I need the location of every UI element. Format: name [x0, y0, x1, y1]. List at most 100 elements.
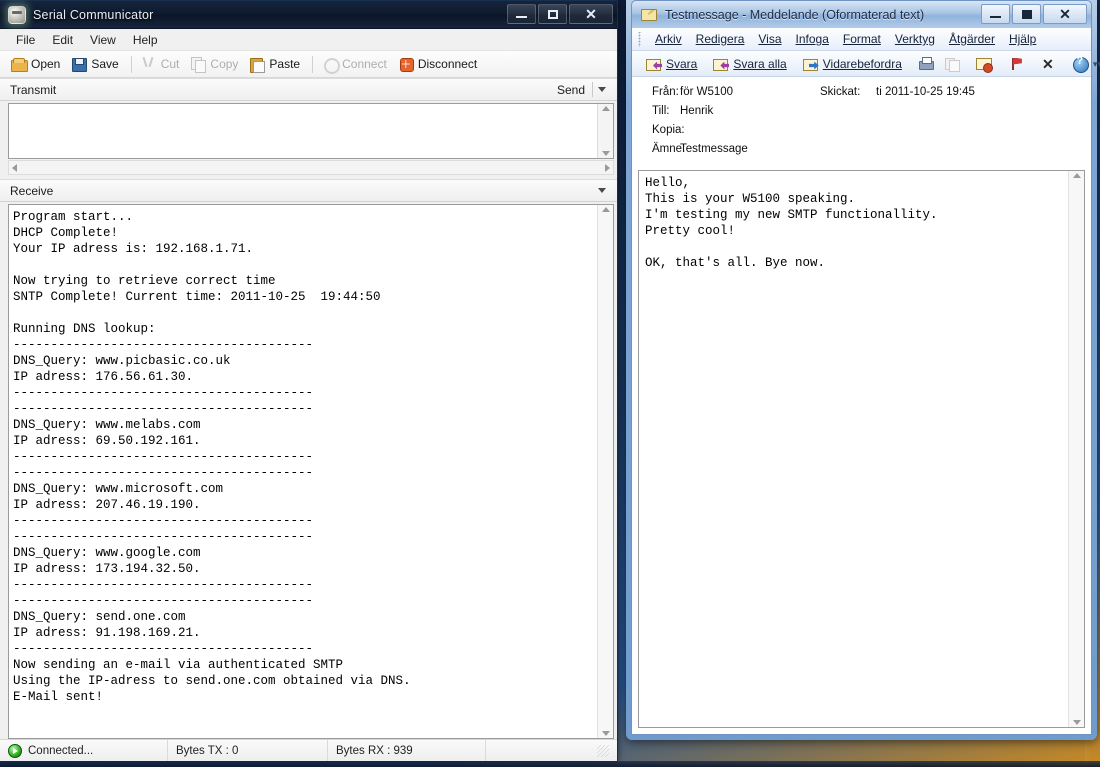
menu-item-verktyg[interactable]: Verktyg: [888, 30, 942, 48]
chevron-down-icon[interactable]: [598, 188, 606, 193]
minimize-button[interactable]: [507, 4, 536, 24]
mail-header-row-from: Från: för W5100 Skickat: ti 2011-10-25 1…: [632, 86, 1091, 105]
serial-title-bar[interactable]: Serial Communicator ✕: [0, 1, 617, 29]
print-icon: [918, 56, 934, 72]
menu-item-visa[interactable]: Visa: [751, 30, 788, 48]
receive-textarea-wrapper: Program start... DHCP Complete! Your IP …: [8, 204, 614, 739]
reply-all-button-label: Svara alla: [733, 57, 786, 71]
open-button-label: Open: [31, 57, 60, 71]
cut-button-label: Cut: [161, 57, 180, 71]
minimize-icon: [516, 16, 527, 18]
receive-vertical-scrollbar[interactable]: [597, 205, 613, 738]
reply-button-label: Svara: [666, 57, 697, 71]
status-connection: Connected...: [0, 740, 168, 761]
paste-button[interactable]: Paste: [246, 54, 306, 74]
scroll-left-icon[interactable]: [12, 164, 17, 172]
receive-panel-header: Receive: [0, 179, 617, 202]
close-button[interactable]: ✕: [569, 4, 613, 24]
reply-all-icon: [713, 56, 729, 72]
scroll-up-icon[interactable]: [602, 207, 610, 212]
mark-unread-button[interactable]: [971, 54, 997, 74]
mail-header-row-subject: Ämne: Testmessage: [632, 143, 1091, 162]
menu-item-edit[interactable]: Edit: [44, 31, 81, 49]
scroll-down-icon[interactable]: [1073, 720, 1081, 725]
maximize-button[interactable]: [1012, 4, 1041, 24]
menu-item-infoga[interactable]: Infoga: [789, 30, 836, 48]
serial-toolbar: Open Save Cut Copy Paste Connect Disconn…: [0, 51, 617, 78]
envelope-icon: [641, 9, 657, 21]
connect-button-label: Connect: [342, 57, 387, 71]
serial-window-controls: ✕: [507, 4, 613, 24]
transmit-panel-header: Transmit Send: [0, 78, 617, 101]
copy-button-label: Copy: [210, 57, 238, 71]
copy-button: Copy: [187, 54, 244, 74]
copy-button: [939, 54, 965, 74]
save-button[interactable]: Save: [68, 54, 124, 74]
flag-button[interactable]: [1003, 54, 1029, 74]
mail-header-row-cc: Kopia:: [632, 124, 1091, 143]
scroll-up-icon[interactable]: [1073, 173, 1081, 178]
menu-item-arkiv[interactable]: Arkiv: [648, 30, 689, 48]
menu-item-help[interactable]: Help: [125, 31, 166, 49]
menu-item-atgarder[interactable]: Åtgärder: [942, 30, 1002, 48]
reply-all-button[interactable]: Svara alla: [708, 54, 791, 74]
subject-value: Testmessage: [680, 143, 820, 155]
minimize-button[interactable]: [981, 4, 1010, 24]
save-button-label: Save: [91, 57, 118, 71]
delete-button[interactable]: ✕: [1035, 54, 1061, 74]
green-play-icon: [8, 744, 22, 758]
serial-menu-bar: File Edit View Help: [0, 29, 617, 51]
menu-item-format-label: Format: [843, 32, 881, 46]
menu-item-verktyg-label: Verktyg: [895, 32, 935, 46]
from-label: Från:: [632, 86, 680, 98]
mail-menu-bar: Arkiv Redigera Visa Infoga Format Verkty…: [632, 28, 1091, 51]
transmit-input[interactable]: [9, 104, 597, 158]
resize-grip-icon[interactable]: [597, 745, 609, 757]
transmit-horizontal-scrollbar[interactable]: [8, 160, 614, 175]
toolbar-overflow-icon[interactable]: ▾▾: [1093, 60, 1100, 68]
maximize-button[interactable]: [538, 4, 567, 24]
print-button[interactable]: [913, 54, 939, 74]
toolbar-grip-icon[interactable]: [636, 32, 643, 47]
delete-x-icon: ✕: [1040, 56, 1056, 72]
serial-window-title: Serial Communicator: [33, 8, 154, 22]
to-label: Till:: [632, 105, 680, 117]
clipboard-paste-icon: [249, 56, 265, 72]
minimize-icon: [990, 16, 1001, 18]
floppy-disk-icon: [71, 56, 87, 72]
status-resize-area: [486, 740, 617, 761]
menu-item-visa-label: Visa: [758, 32, 781, 46]
toolbar-separator: [131, 56, 132, 73]
menu-item-hjalp[interactable]: Hjälp: [1002, 30, 1043, 48]
scroll-right-icon[interactable]: [605, 164, 610, 172]
copy-icon: [944, 56, 960, 72]
scroll-down-icon[interactable]: [602, 151, 610, 156]
menu-item-format[interactable]: Format: [836, 30, 888, 48]
app-icon: [8, 6, 26, 24]
disconnect-button[interactable]: Disconnect: [395, 54, 483, 74]
scroll-up-icon[interactable]: [602, 106, 610, 111]
menu-item-view[interactable]: View: [82, 31, 124, 49]
transmit-vertical-scrollbar[interactable]: [597, 104, 613, 158]
mail-body-text[interactable]: Hello, This is your W5100 speaking. I'm …: [639, 171, 1068, 727]
open-button[interactable]: Open: [8, 54, 66, 74]
mail-window-controls: ✕: [981, 4, 1087, 24]
close-button[interactable]: ✕: [1043, 4, 1087, 24]
receive-log-text[interactable]: Program start... DHCP Complete! Your IP …: [9, 205, 597, 738]
help-button[interactable]: [1067, 54, 1093, 74]
mail-title-bar[interactable]: Testmessage - Meddelande (Oformaterad te…: [631, 0, 1092, 28]
menu-item-file[interactable]: File: [8, 31, 43, 49]
mail-toolbar: Svara Svara alla Vidarebefordra ✕ ▾: [632, 51, 1091, 77]
toolbar-separator: [312, 56, 313, 73]
scroll-down-icon[interactable]: [602, 731, 610, 736]
mail-body-scrollbar[interactable]: [1068, 171, 1084, 727]
send-button[interactable]: Send: [557, 83, 592, 97]
chevron-down-icon[interactable]: [598, 87, 606, 92]
forward-button-label: Vidarebefordra: [823, 57, 902, 71]
menu-item-redigera[interactable]: Redigera: [689, 30, 752, 48]
reply-button[interactable]: Svara: [641, 54, 702, 74]
sent-label: Skickat:: [820, 86, 876, 98]
forward-button[interactable]: Vidarebefordra: [798, 54, 907, 74]
menu-item-arkiv-label: Arkiv: [655, 32, 682, 46]
cut-button: Cut: [138, 54, 186, 74]
